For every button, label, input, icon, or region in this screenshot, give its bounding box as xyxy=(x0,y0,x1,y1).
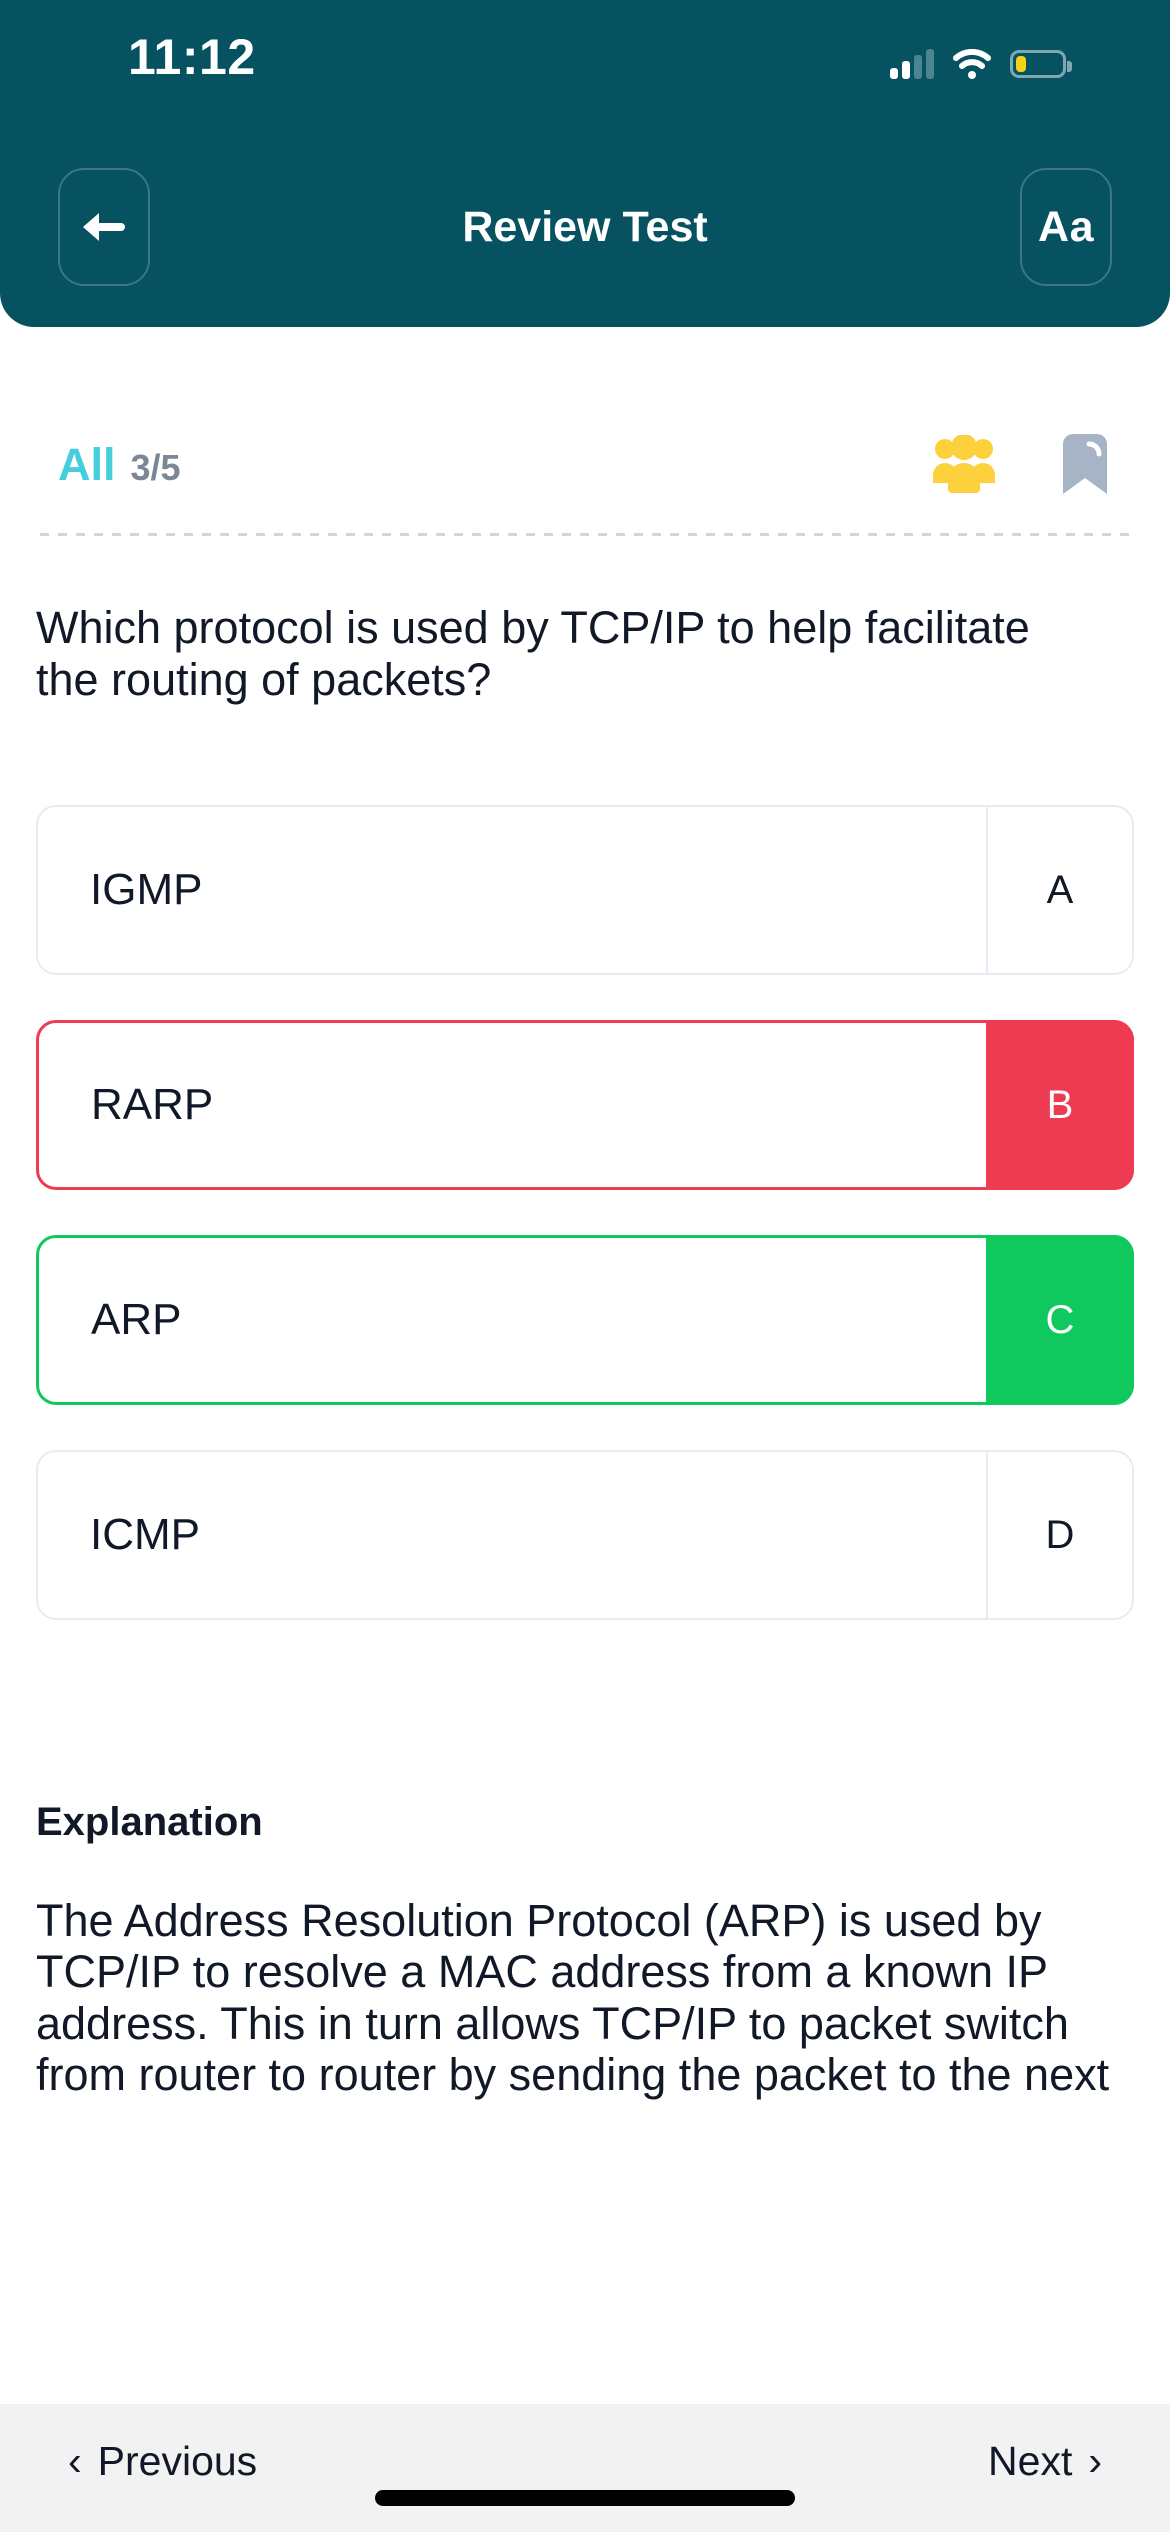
answer-options-list: IGMP A RARP B ARP C ICMP D xyxy=(36,805,1134,1665)
answer-option-d-letter: D xyxy=(986,1452,1132,1618)
bottom-navigation-bar: ‹ Previous Next › xyxy=(0,2404,1170,2532)
explanation-heading: Explanation xyxy=(36,1800,263,1844)
chevron-right-icon: › xyxy=(1088,2438,1102,2484)
answer-option-d-text: ICMP xyxy=(90,1510,200,1559)
next-button-label: Next xyxy=(988,2438,1073,2484)
previous-button[interactable]: ‹ Previous xyxy=(68,2438,257,2485)
home-indicator[interactable] xyxy=(375,2490,795,2506)
status-bar: 11:12 xyxy=(0,0,1170,120)
filter-scope-label: All xyxy=(58,438,116,490)
navigation-bar: Review Test Aa xyxy=(0,168,1170,298)
filter-scope[interactable]: All 3/5 xyxy=(58,439,181,491)
question-progress-count: 3/5 xyxy=(130,446,181,488)
answer-option-b[interactable]: RARP B xyxy=(36,1020,1134,1190)
answer-option-c-letter: C xyxy=(986,1235,1134,1405)
font-size-label: Aa xyxy=(1038,202,1094,251)
app-header: 11:12 Review Test Aa xyxy=(0,0,1170,327)
answer-option-d[interactable]: ICMP D xyxy=(36,1450,1134,1620)
status-bar-time: 11:12 xyxy=(128,29,256,85)
battery-low-icon xyxy=(1010,50,1072,78)
answer-option-a-text: IGMP xyxy=(90,865,203,914)
filter-row: All 3/5 xyxy=(0,417,1170,512)
answer-option-a-letter: A xyxy=(986,807,1132,973)
chevron-left-icon: ‹ xyxy=(68,2438,82,2484)
previous-button-label: Previous xyxy=(97,2438,258,2484)
people-group-icon[interactable] xyxy=(931,432,997,498)
next-button[interactable]: Next › xyxy=(988,2438,1102,2485)
cellular-signal-icon xyxy=(890,49,934,79)
answer-option-b-text: RARP xyxy=(91,1080,214,1129)
page-title: Review Test xyxy=(462,202,708,251)
answer-option-a[interactable]: IGMP A xyxy=(36,805,1134,975)
review-test-screen: 11:12 Review Test Aa All 3/5 Which proto… xyxy=(0,0,1170,2532)
explanation-body: The Address Resolution Protocol (ARP) is… xyxy=(36,1895,1110,2100)
filter-actions xyxy=(931,432,1118,498)
status-bar-indicators xyxy=(890,44,1072,84)
question-text: Which protocol is used by TCP/IP to help… xyxy=(36,602,1030,705)
answer-option-c-text: ARP xyxy=(91,1295,182,1344)
section-divider xyxy=(40,533,1130,536)
font-size-button[interactable]: Aa xyxy=(1020,168,1112,286)
answer-option-b-letter: B xyxy=(986,1020,1134,1190)
bookmark-icon[interactable] xyxy=(1052,432,1118,498)
wifi-icon xyxy=(952,48,992,79)
answer-option-c[interactable]: ARP C xyxy=(36,1235,1134,1405)
